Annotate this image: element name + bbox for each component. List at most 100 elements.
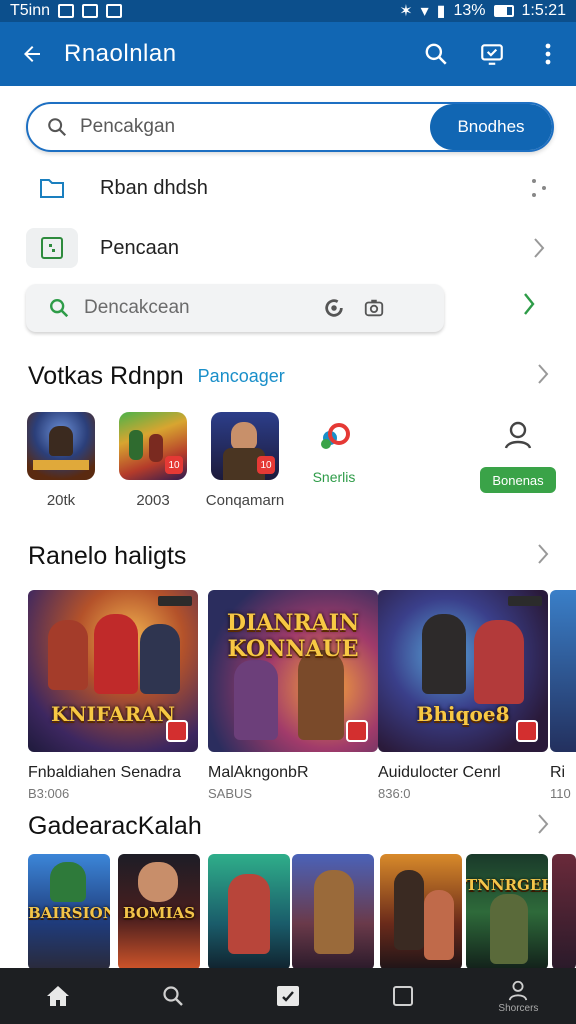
app-item[interactable]: 10 Conqamarn [200, 412, 290, 509]
grid-cards-row: BAIRSION BOMIAS TNNRGEHI [28, 854, 576, 970]
grid-card[interactable] [208, 854, 290, 970]
more-vert-icon [545, 43, 551, 65]
tablet-icon [393, 986, 414, 1006]
nav-profile-label: Shorcers [498, 1002, 539, 1014]
card-title: Auidulocter Cenrl [378, 764, 501, 781]
home-icon [46, 986, 69, 1006]
card-title: Fnbaldiahen Senadra [28, 764, 182, 781]
search-icon [48, 118, 67, 137]
app-caption: 2003 [136, 492, 170, 509]
section-header-featured[interactable]: Ranelo haligts [28, 536, 550, 576]
grid-card[interactable]: BOMIAS [118, 854, 200, 970]
chevron-right-icon [536, 543, 550, 570]
search-icon [425, 43, 447, 65]
app-caption: 20tk [46, 492, 76, 509]
bonus-pill-button[interactable]: Bonenas [480, 467, 556, 493]
tile-badge: 10 [257, 456, 275, 474]
grid-card[interactable]: TNNRGEHI [466, 854, 548, 970]
battery-icon [493, 5, 514, 17]
search-button[interactable] [408, 22, 464, 86]
secondary-search-go-button[interactable] [522, 292, 536, 321]
chevron-right-icon [534, 238, 545, 258]
nav-home[interactable] [0, 968, 115, 1024]
section-title: Votkas Rdnpn [28, 361, 184, 390]
grid-card[interactable]: BAIRSION [28, 854, 110, 970]
nav-library[interactable] [230, 968, 345, 1024]
grid-card[interactable] [380, 854, 462, 970]
tile-badge: 10 [165, 456, 183, 474]
chevron-right-icon [536, 363, 550, 390]
list-item-game[interactable]: Pencaan [26, 224, 554, 272]
shorts-label: Snerlis [312, 469, 356, 485]
back-button[interactable] [0, 22, 64, 86]
grid-card[interactable] [552, 854, 576, 970]
folder-icon-box [26, 168, 78, 208]
card-title: MalAkngonbR [208, 764, 309, 781]
search-input[interactable] [80, 116, 380, 138]
profile-icon [509, 980, 528, 1000]
nav-search[interactable] [115, 968, 230, 1024]
app-thumbnail: 10 [211, 412, 279, 480]
voice-button[interactable] [314, 284, 354, 332]
clock: 1:5:21 [521, 2, 566, 19]
search-icon [50, 299, 69, 318]
app-caption: Conqamarn [205, 492, 285, 509]
card-art-title: DIANRAIN KONNAUE [226, 610, 360, 662]
person-icon [504, 421, 532, 449]
camera-button[interactable] [354, 284, 394, 332]
bluetooth-icon: ✶ [399, 3, 413, 20]
screen: T5inn ✶ ▾ ▮ 13% 1:5:21 Rnaolnlan Pencakg… [0, 0, 576, 1024]
more-dots-icon-box [524, 177, 554, 199]
recent-apps-row: 20tk 10 2003 10 Conqamarn Snerlis Bonena… [26, 412, 556, 522]
folder-icon [40, 179, 64, 198]
grid-card-title: BOMIAS [122, 904, 196, 922]
app-item[interactable]: 20tk [16, 412, 106, 509]
camera-icon [364, 299, 384, 317]
section-title: GadearacKalah [28, 811, 202, 840]
app-bar: Rnaolnlan [0, 22, 576, 86]
signal-icon: ▮ [436, 3, 446, 20]
profile-shortcut[interactable]: Bonenas [480, 420, 556, 493]
section-title: Ranelo haligts [28, 541, 187, 570]
card-meta: B3:006 [28, 786, 70, 801]
cast-icon [481, 44, 503, 65]
grid-card[interactable] [292, 854, 374, 970]
featured-card[interactable]: Bhiqoe8 Auidulocter Cenrl 836:0 [378, 590, 548, 801]
featured-cards-row: KNIFARAN Fnbaldiahen Senadra B3:006 DIAN… [28, 590, 576, 804]
page-title: Rnaolnlan [64, 40, 177, 67]
card-tag [158, 596, 192, 606]
list-item-folder[interactable]: Rban dhdsh [26, 164, 554, 212]
shorts-icon [321, 423, 350, 449]
app-thumbnail [27, 412, 95, 480]
library-icon [277, 986, 299, 1006]
card-artwork: DIANRAIN KONNAUE [208, 590, 378, 752]
section-header-recent[interactable]: Votkas Rdnpn Pancoager [28, 356, 550, 396]
nav-profile[interactable]: Shorcers [461, 968, 576, 1024]
secondary-search-input[interactable] [84, 297, 314, 319]
section-header-grid[interactable]: GadearacKalah [28, 806, 550, 846]
speech-icon [325, 299, 343, 317]
featured-card[interactable]: Ri 110 [550, 590, 576, 801]
more-options-button[interactable] [520, 22, 576, 86]
gallery-icon [82, 4, 99, 18]
app-item[interactable]: 10 2003 [108, 412, 198, 509]
search-submit-button[interactable]: Bnodhes [430, 104, 552, 150]
app-thumbnail: 10 [119, 412, 187, 480]
card-meta: SABUS [208, 786, 253, 801]
game-tile-icon [41, 237, 63, 259]
featured-card[interactable]: DIANRAIN KONNAUE MalAkngonbR SABUS [208, 590, 378, 801]
photo-icon [106, 4, 123, 18]
card-badge [516, 720, 538, 742]
featured-card[interactable]: KNIFARAN Fnbaldiahen Senadra B3:006 [28, 590, 198, 801]
shorts-button[interactable]: Snerlis [304, 420, 364, 485]
search-field [28, 104, 430, 150]
nav-tablet[interactable] [346, 968, 461, 1024]
card-badge [346, 720, 368, 742]
grid-card-title: BAIRSION [28, 904, 110, 922]
search-icon [163, 986, 183, 1006]
status-bar: T5inn ✶ ▾ ▮ 13% 1:5:21 [0, 0, 576, 22]
section-subtitle-link[interactable]: Pancoager [198, 366, 285, 387]
cast-button[interactable] [464, 22, 520, 86]
secondary-search-bar [26, 284, 444, 332]
notification-icon [58, 4, 75, 18]
